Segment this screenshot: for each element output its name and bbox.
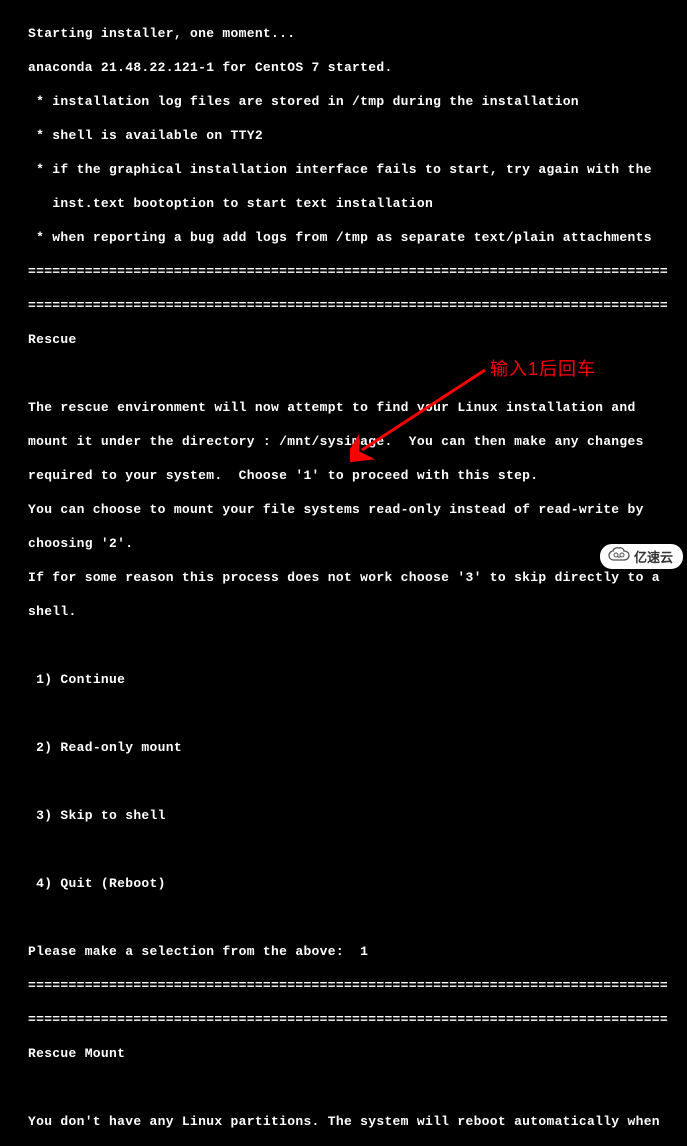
option-skip-shell[interactable]: 3) Skip to shell	[28, 807, 677, 824]
rescue-mount-heading: Rescue Mount	[28, 1045, 677, 1062]
terminal-line: Starting installer, one moment...	[28, 25, 677, 42]
terminal-line	[28, 705, 677, 722]
terminal-output: Starting installer, one moment... anacon…	[0, 0, 687, 1146]
terminal-line: If for some reason this process does not…	[28, 569, 677, 586]
terminal-line: * installation log files are stored in /…	[28, 93, 677, 110]
option-readonly[interactable]: 2) Read-only mount	[28, 739, 677, 756]
terminal-line: ========================================…	[28, 297, 677, 314]
terminal-line: ========================================…	[28, 263, 677, 280]
terminal-line: * when reporting a bug add logs from /tm…	[28, 229, 677, 246]
option-continue[interactable]: 1) Continue	[28, 671, 677, 688]
terminal-line: shell.	[28, 603, 677, 620]
terminal-line: You can choose to mount your file system…	[28, 501, 677, 518]
terminal-line	[28, 773, 677, 790]
watermark-badge: 亿速云	[600, 544, 683, 569]
terminal-line	[28, 1079, 677, 1096]
user-input[interactable]: 1	[360, 944, 368, 959]
terminal-line: anaconda 21.48.22.121-1 for CentOS 7 sta…	[28, 59, 677, 76]
terminal-line: The rescue environment will now attempt …	[28, 399, 677, 416]
terminal-line: ========================================…	[28, 1011, 677, 1028]
terminal-line: choosing '2'.	[28, 535, 677, 552]
terminal-line: ========================================…	[28, 977, 677, 994]
selection-prompt[interactable]: Please make a selection from the above: …	[28, 943, 677, 960]
terminal-line	[28, 909, 677, 926]
option-quit-reboot[interactable]: 4) Quit (Reboot)	[28, 875, 677, 892]
annotation-label: 输入1后回车	[490, 355, 596, 381]
terminal-line	[28, 841, 677, 858]
terminal-line: required to your system. Choose '1' to p…	[28, 467, 677, 484]
terminal-line: inst.text bootoption to start text insta…	[28, 195, 677, 212]
cloud-icon	[608, 547, 630, 566]
terminal-line: * shell is available on TTY2	[28, 127, 677, 144]
terminal-line: mount it under the directory : /mnt/sysi…	[28, 433, 677, 450]
watermark-text: 亿速云	[634, 547, 673, 566]
terminal-line: You don't have any Linux partitions. The…	[28, 1113, 677, 1130]
prompt-text: Please make a selection from the above:	[28, 944, 360, 959]
terminal-line	[28, 637, 677, 654]
terminal-line: * if the graphical installation interfac…	[28, 161, 677, 178]
rescue-heading: Rescue	[28, 331, 677, 348]
